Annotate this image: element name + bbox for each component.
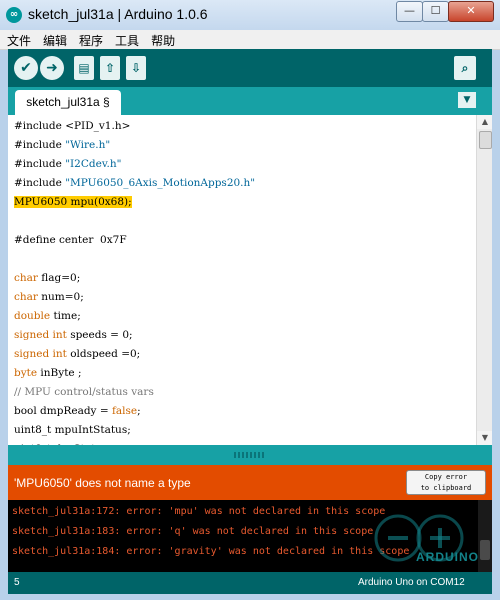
close-button[interactable]: ✕ bbox=[448, 1, 494, 22]
code-token: byte bbox=[14, 367, 38, 379]
code-token: time; bbox=[50, 310, 81, 322]
code-token: // MPU control/status vars bbox=[14, 386, 154, 398]
toolbar: ✔ ➜ ▤ ⇧ ⇩ ⌕ bbox=[8, 49, 492, 87]
code-line[interactable]: char num=0; bbox=[14, 288, 474, 307]
code-token: char bbox=[14, 291, 38, 303]
menu-tools[interactable]: 工具 bbox=[108, 32, 144, 49]
code-token: #include bbox=[14, 158, 66, 170]
menu-edit[interactable]: 编辑 bbox=[36, 32, 72, 49]
minimize-button[interactable]: — bbox=[396, 1, 423, 22]
menu-file[interactable]: 文件 bbox=[0, 32, 36, 49]
console-output[interactable]: sketch_jul31a:172: error: 'mpu' was not … bbox=[8, 500, 492, 572]
copy-error-label-2: to clipboard bbox=[420, 484, 472, 492]
tab-menu-icon[interactable]: ▼ bbox=[458, 92, 476, 108]
verify-icon[interactable]: ✔ bbox=[14, 56, 38, 80]
console-line: sketch_jul31a:183: error: 'q' was not de… bbox=[12, 526, 374, 537]
editor-scrollbar[interactable]: ▲ ▼ bbox=[476, 115, 492, 445]
code-token: "I2Cdev.h" bbox=[65, 158, 122, 170]
code-token: "Wire.h" bbox=[65, 139, 111, 151]
board-port-label: Arduino Uno on COM12 bbox=[358, 577, 465, 588]
copy-error-label-1: Copy error bbox=[424, 473, 468, 481]
code-line[interactable]: #include "MPU6050_6Axis_MotionApps20.h" bbox=[14, 174, 474, 193]
code-line[interactable]: char flag=0; bbox=[14, 269, 474, 288]
code-line[interactable]: // MPU control/status vars bbox=[14, 383, 474, 402]
code-token: int bbox=[52, 329, 67, 341]
error-bar: 'MPU6050' does not name a type Copy erro… bbox=[8, 465, 492, 500]
code-token: #include bbox=[14, 139, 66, 151]
code-line[interactable]: bool dmpReady = false; bbox=[14, 402, 474, 421]
console-line: sketch_jul31a:172: error: 'mpu' was not … bbox=[12, 506, 386, 517]
code-token: false bbox=[111, 405, 138, 417]
code-line[interactable]: #include "Wire.h" bbox=[14, 136, 474, 155]
code-line[interactable]: #define center 0x7F bbox=[14, 231, 474, 250]
pane-divider[interactable] bbox=[8, 445, 492, 465]
code-token: MPU6050 mpu(0x68); bbox=[14, 196, 132, 208]
code-token: signed bbox=[14, 329, 50, 341]
open-icon[interactable]: ⇧ bbox=[100, 56, 120, 80]
status-bar: 5 Arduino Uno on COM12 bbox=[8, 572, 492, 594]
code-token: bool dmpReady = bbox=[14, 405, 112, 417]
tab-strip: sketch_jul31a § ▼ bbox=[8, 87, 492, 115]
copy-error-button[interactable]: Copy error to clipboard bbox=[406, 470, 486, 495]
window-title: sketch_jul31a | Arduino 1.0.6 bbox=[28, 6, 208, 22]
code-token: #include <PID_v1.h> bbox=[14, 120, 131, 132]
divider-grip-icon[interactable] bbox=[234, 452, 266, 458]
code-token: "MPU6050_6Axis_MotionApps20.h" bbox=[65, 177, 256, 189]
code-token: #define center 0x7F bbox=[14, 234, 127, 246]
code-token: num=0; bbox=[37, 291, 84, 303]
code-line[interactable]: signed int oldspeed =0; bbox=[14, 345, 474, 364]
code-token: double bbox=[14, 310, 51, 322]
upload-icon[interactable]: ➜ bbox=[40, 56, 64, 80]
code-token: #include bbox=[14, 177, 66, 189]
code-line[interactable] bbox=[14, 212, 474, 231]
code-line[interactable]: #include <PID_v1.h> bbox=[14, 117, 474, 136]
tab-sketch[interactable]: sketch_jul31a § bbox=[15, 90, 121, 115]
console-scroll-thumb[interactable] bbox=[480, 540, 490, 560]
new-icon[interactable]: ▤ bbox=[74, 56, 94, 80]
scroll-down-icon[interactable]: ▼ bbox=[477, 431, 492, 445]
code-token: signed bbox=[14, 348, 50, 360]
code-token: flag=0; bbox=[37, 272, 81, 284]
code-line[interactable]: #include "I2Cdev.h" bbox=[14, 155, 474, 174]
menu-sketch[interactable]: 程序 bbox=[72, 32, 108, 49]
code-editor[interactable]: #include <PID_v1.h> #include "Wire.h" #inc… bbox=[8, 115, 492, 445]
code-token: uint8_t mpuIntStatus; bbox=[14, 424, 131, 436]
error-message: 'MPU6050' does not name a type bbox=[14, 476, 191, 490]
line-number: 5 bbox=[14, 577, 20, 588]
scroll-up-icon[interactable]: ▲ bbox=[477, 115, 492, 129]
code-text[interactable]: #include <PID_v1.h> #include "Wire.h" #inc… bbox=[14, 117, 474, 445]
console-scrollbar[interactable] bbox=[478, 500, 492, 572]
serial-monitor-icon[interactable]: ⌕ bbox=[454, 56, 476, 80]
console-line: sketch_jul31a:184: error: 'gravity' was … bbox=[12, 546, 410, 557]
code-line[interactable]: byte inByte ; bbox=[14, 364, 474, 383]
code-token: speeds = 0; bbox=[66, 329, 133, 341]
window-titlebar: ∞ sketch_jul31a | Arduino 1.0.6 — ☐ ✕ bbox=[0, 0, 500, 31]
arduino-app-icon: ∞ bbox=[6, 7, 22, 23]
editor-scroll-thumb[interactable] bbox=[479, 131, 492, 149]
code-token: ; bbox=[137, 405, 141, 417]
code-line[interactable]: MPU6050 mpu(0x68); bbox=[14, 193, 474, 212]
code-line[interactable] bbox=[14, 250, 474, 269]
code-line[interactable]: uint8_t mpuIntStatus; bbox=[14, 421, 474, 440]
menu-bar: 文件 编辑 程序 工具 帮助 bbox=[0, 30, 500, 50]
code-line[interactable]: double time; bbox=[14, 307, 474, 326]
code-token: oldspeed =0; bbox=[66, 348, 141, 360]
code-token: char bbox=[14, 272, 38, 284]
code-line[interactable]: signed int speeds = 0; bbox=[14, 326, 474, 345]
save-icon[interactable]: ⇩ bbox=[126, 56, 146, 80]
maximize-button[interactable]: ☐ bbox=[422, 1, 449, 22]
menu-help[interactable]: 帮助 bbox=[144, 32, 180, 49]
code-token: int bbox=[52, 348, 67, 360]
code-token: inByte ; bbox=[37, 367, 82, 379]
